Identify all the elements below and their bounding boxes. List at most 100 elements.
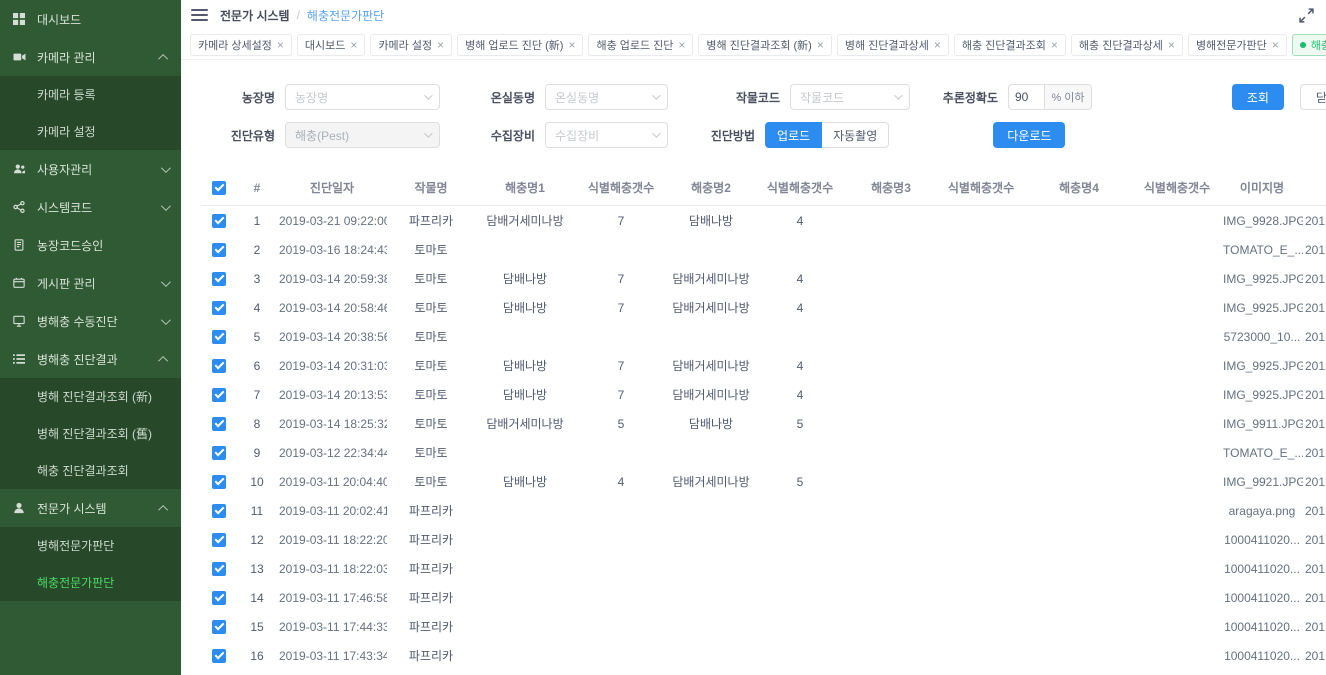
sidebar-item[interactable]: 대시보드: [0, 0, 181, 38]
row-checkbox[interactable]: [212, 243, 226, 257]
table-cell: [1133, 438, 1221, 467]
tab-close-icon[interactable]: ×: [350, 39, 357, 51]
sidebar-item[interactable]: 병해충 수동진단: [0, 302, 181, 340]
row-checkbox[interactable]: [212, 388, 226, 402]
list-icon: [13, 353, 28, 366]
table-cell: 담배거세미나방: [667, 380, 755, 409]
table-cell: [937, 583, 1025, 612]
board-icon: [13, 277, 28, 290]
sidebar-item[interactable]: 게시판 관리: [0, 264, 181, 302]
tab[interactable]: 해충 진단결과조회×: [954, 34, 1066, 56]
table-cell: 7: [575, 293, 667, 322]
tab-close-icon[interactable]: ×: [817, 39, 824, 51]
tab[interactable]: 병해전문가판단×: [1188, 34, 1287, 56]
row-checkbox[interactable]: [212, 475, 226, 489]
tab[interactable]: 병해 업로드 진단 (新)×: [457, 34, 583, 56]
table-cell: 201: [1303, 293, 1326, 322]
sidebar-item[interactable]: 해충전문가판단: [0, 564, 181, 601]
tab-close-icon[interactable]: ×: [1272, 39, 1279, 51]
tab[interactable]: 해충 진단결과상세×: [1071, 34, 1183, 56]
row-checkbox[interactable]: [212, 330, 226, 344]
tab-close-icon[interactable]: ×: [678, 39, 685, 51]
sidebar-item-label: 병해충 진단결과: [37, 351, 118, 368]
table-cell: 201: [1303, 438, 1326, 467]
row-checkbox[interactable]: [212, 620, 226, 634]
hamburger-menu-icon[interactable]: [191, 9, 208, 21]
sidebar-item[interactable]: 카메라 관리: [0, 38, 181, 76]
row-checkbox[interactable]: [212, 272, 226, 286]
column-header: [1303, 170, 1326, 206]
row-checkbox[interactable]: [212, 649, 226, 663]
sidebar-item[interactable]: 병해전문가판단: [0, 527, 181, 564]
method-upload-button[interactable]: 업로드: [765, 122, 822, 148]
table-row: 42019-03-14 20:58:46토마토담배나방7담배거세미나방4IMG_…: [201, 293, 1326, 322]
close-button[interactable]: 닫기: [1300, 84, 1326, 110]
tab[interactable]: 카메라 설정 ×: [370, 34, 452, 56]
row-checkbox[interactable]: [212, 533, 226, 547]
table-cell: [755, 438, 845, 467]
sidebar-item[interactable]: 사용자관리: [0, 150, 181, 188]
table-cell: [1133, 641, 1221, 670]
row-checkbox[interactable]: [212, 446, 226, 460]
table-cell: 2019-03-11 17:43:34: [277, 641, 387, 670]
greenhouse-select[interactable]: 온실동명: [545, 84, 668, 110]
table-cell: 201: [1303, 351, 1326, 380]
search-button[interactable]: 조회: [1232, 84, 1284, 110]
tab-close-icon[interactable]: ×: [437, 39, 444, 51]
table-row: 112019-03-11 20:02:41파프리카aragaya.png201: [201, 496, 1326, 525]
device-select[interactable]: 수집장비: [545, 122, 668, 148]
device-select-value: 수집장비: [555, 127, 599, 144]
tab[interactable]: 카메라 상세설정×: [190, 34, 292, 56]
accuracy-input[interactable]: [1008, 84, 1044, 110]
sidebar-item[interactable]: 농장코드승인: [0, 226, 181, 264]
breadcrumb-root[interactable]: 전문가 시스템: [220, 7, 290, 24]
table-cell: [845, 670, 937, 675]
tab-active[interactable]: 해충전문가판단×: [1292, 34, 1326, 56]
column-header: 식별해충갯수: [575, 170, 667, 206]
row-checkbox[interactable]: [212, 504, 226, 518]
sidebar-item[interactable]: 전문가 시스템: [0, 489, 181, 527]
tab-close-icon[interactable]: ×: [934, 39, 941, 51]
sidebar-item[interactable]: 병해충 진단결과: [0, 340, 181, 378]
table-cell: [1025, 496, 1133, 525]
tab-close-icon[interactable]: ×: [568, 39, 575, 51]
row-checkbox[interactable]: [212, 591, 226, 605]
table-cell: 토마토: [387, 351, 475, 380]
table-head: #진단일자작물명해충명1식별해충갯수해충명2식별해충갯수해충명3식별해충갯수해충…: [201, 170, 1326, 206]
tab[interactable]: 병해 진단결과조회 (新)×: [698, 34, 831, 56]
row-checkbox[interactable]: [212, 359, 226, 373]
table-cell: [667, 496, 755, 525]
tab[interactable]: 대시보드×: [297, 34, 366, 56]
fullscreen-icon[interactable]: [1299, 8, 1314, 23]
sidebar-item[interactable]: 해충 진단결과조회: [0, 452, 181, 489]
download-button[interactable]: 다운로드: [993, 122, 1065, 148]
sidebar-item[interactable]: 시스템코드: [0, 188, 181, 226]
row-checkbox[interactable]: [212, 214, 226, 228]
accuracy-label: 추론정확도: [926, 89, 998, 106]
table-cell: 토마토: [387, 293, 475, 322]
tab-close-icon[interactable]: ×: [1168, 39, 1175, 51]
breadcrumb-current: 해충전문가판단: [307, 7, 384, 24]
method-auto-button[interactable]: 자동촬영: [822, 122, 889, 148]
farm-name-select[interactable]: 농장명: [285, 84, 440, 110]
sidebar-item[interactable]: 카메라 등록: [0, 76, 181, 113]
row-checkbox[interactable]: [212, 417, 226, 431]
sidebar-item[interactable]: 카메라 설정: [0, 113, 181, 150]
table-row: 92019-03-12 22:34:44토마토TOMATO_E_...201: [201, 438, 1326, 467]
table-cell: [1133, 322, 1221, 351]
table-cell: [1025, 670, 1133, 675]
select-all-checkbox[interactable]: [212, 181, 226, 195]
sidebar-item-label: 전문가 시스템: [37, 500, 107, 517]
row-checkbox[interactable]: [212, 562, 226, 576]
tab[interactable]: 병해 진단결과상세×: [837, 34, 949, 56]
sidebar-item[interactable]: 병해 진단결과조회 (新): [0, 378, 181, 415]
tab-label: 카메라 설정: [378, 37, 432, 53]
table-cell: 담배거세미나방: [475, 206, 575, 236]
crop-code-select[interactable]: 작물코드: [790, 84, 910, 110]
tab[interactable]: 해충 업로드 진단×: [588, 34, 693, 56]
tab-close-icon[interactable]: ×: [277, 39, 284, 51]
sidebar-item[interactable]: 병해 진단결과조회 (舊): [0, 415, 181, 452]
sidebar-item-label: 카메라 관리: [37, 49, 96, 66]
tab-close-icon[interactable]: ×: [1051, 39, 1058, 51]
row-checkbox[interactable]: [212, 301, 226, 315]
